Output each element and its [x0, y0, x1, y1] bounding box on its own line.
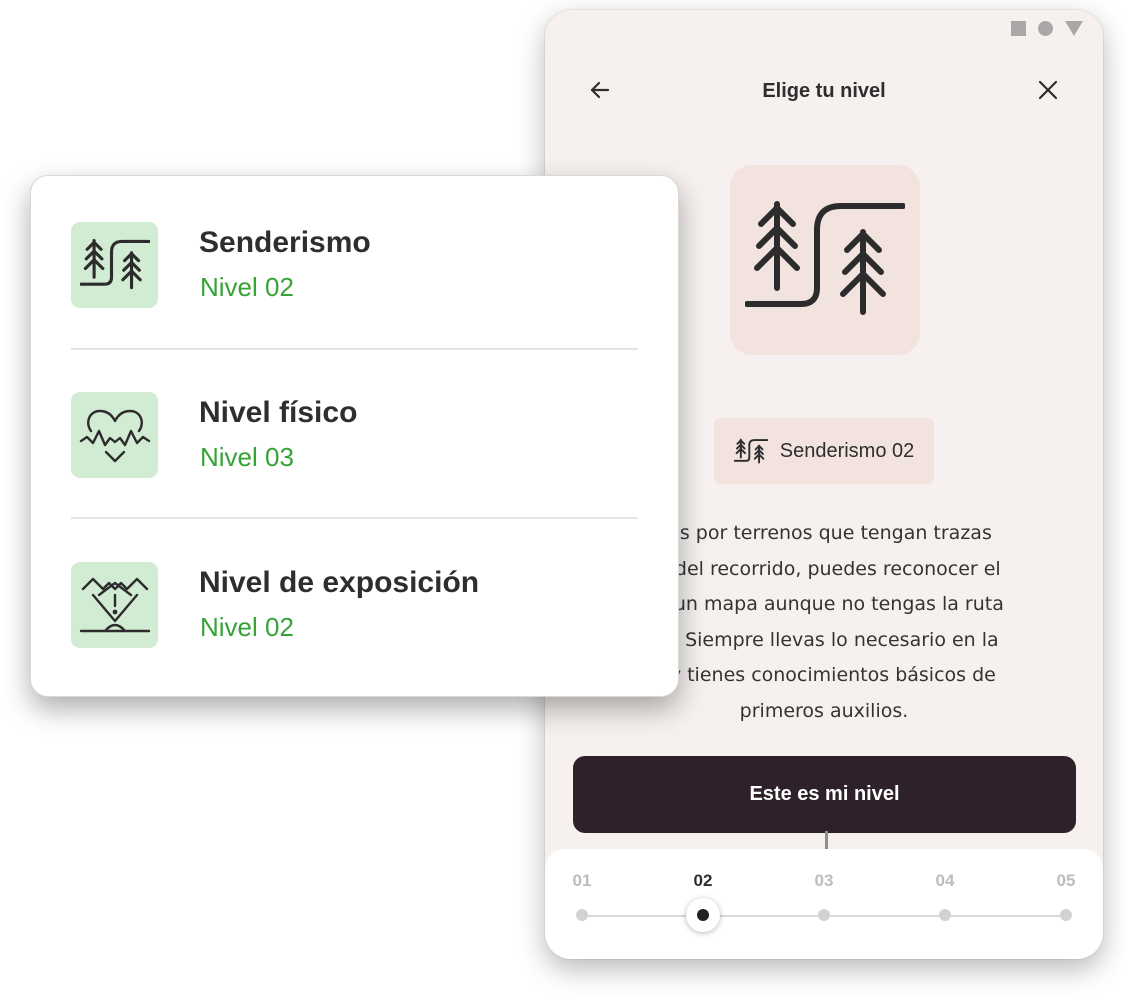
home-icon [1038, 21, 1053, 36]
confirm-level-button[interactable]: Este es mi nivel [573, 756, 1076, 833]
level-step-dot[interactable] [1060, 909, 1072, 921]
row-title: Senderismo [199, 226, 371, 259]
stage: Elige tu nivel Senderismo 02 nas por ter… [0, 0, 1127, 997]
row-title: Nivel físico [199, 396, 358, 429]
row-title: Nivel de exposición [199, 566, 480, 599]
level-step-label: 03 [814, 871, 834, 890]
exposure-warning-icon [79, 577, 150, 633]
page-title: Elige tu nivel [762, 80, 886, 102]
recents-icon [1011, 21, 1026, 36]
summary-item-nivel-fisico[interactable]: Nivel físico Nivel 03 [71, 392, 638, 502]
row-icon-tile [71, 222, 158, 308]
divider [71, 348, 638, 350]
hero-activity-icon [730, 165, 920, 355]
row-icon-tile [71, 562, 158, 648]
level-step-dot[interactable] [576, 909, 588, 921]
level-selector[interactable]: 01 02 03 04 05 [545, 849, 1103, 959]
level-step-dot[interactable] [818, 909, 830, 921]
hiking-trees-icon [79, 239, 150, 290]
selector-connector [825, 831, 828, 851]
divider [71, 517, 638, 519]
level-step-dot[interactable] [939, 909, 951, 921]
summary-item-senderismo[interactable]: Senderismo Nivel 02 [71, 222, 638, 332]
row-level: Nivel 02 [200, 272, 294, 302]
row-level: Nivel 03 [200, 442, 294, 472]
level-step-label: 02 [693, 871, 713, 890]
close-icon [1038, 80, 1058, 100]
level-summary-card: Senderismo Nivel 02 Nivel físico Nivel 0… [30, 175, 679, 697]
level-step-selected-knob[interactable] [686, 898, 720, 932]
back-triangle-icon [1065, 21, 1083, 36]
level-step-label: 05 [1056, 871, 1076, 890]
close-button[interactable] [1036, 78, 1060, 102]
level-step-label: 04 [935, 871, 955, 890]
summary-item-exposicion[interactable]: Nivel de exposición Nivel 02 [71, 562, 638, 672]
selected-dot [697, 909, 709, 921]
heart-pulse-icon [79, 409, 150, 463]
status-bar [1011, 21, 1083, 36]
description-line: primeros auxilios. [739, 699, 909, 722]
activity-chip: Senderismo 02 [714, 418, 934, 484]
hiking-trees-icon [733, 438, 768, 464]
hiking-trees-icon [745, 201, 905, 315]
level-step-label: 01 [572, 871, 592, 890]
row-icon-tile [71, 392, 158, 478]
chip-label: Senderismo 02 [779, 439, 915, 462]
row-level: Nivel 02 [200, 612, 294, 642]
